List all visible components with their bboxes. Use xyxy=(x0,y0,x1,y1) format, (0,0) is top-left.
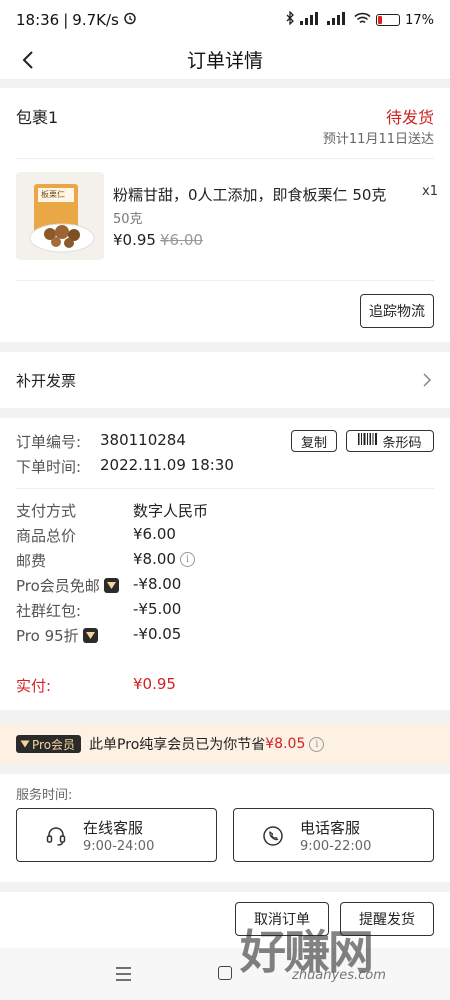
divider xyxy=(16,488,434,489)
shipping-fee-label: 邮费 xyxy=(16,552,47,570)
pro-free-shipping-value: -¥8.00 xyxy=(133,575,182,593)
phone-icon xyxy=(262,825,284,847)
info-icon[interactable]: i xyxy=(179,551,195,567)
pro-badge-icon xyxy=(103,578,119,593)
invoice-row[interactable]: 补开发票 xyxy=(0,352,450,408)
battery-percent: 17% xyxy=(405,12,434,28)
menu-icon[interactable] xyxy=(116,966,131,981)
service-card: 服务时间: 在线客服 9:00-24:00 电话客服 9:00-22:00 xyxy=(0,774,450,882)
order-number-label: 订单编号: xyxy=(16,433,82,451)
barcode-label: 条形码 xyxy=(382,435,422,451)
system-nav-bar xyxy=(0,948,450,1000)
alarm-icon xyxy=(123,11,137,29)
wifi-icon xyxy=(354,12,371,29)
pro-saved-amount: ¥8.05 xyxy=(265,736,306,752)
signal-icon xyxy=(300,11,322,29)
headset-icon xyxy=(45,825,67,847)
product-spec: 50克 xyxy=(113,212,143,227)
status-bar: 18:36 | 9.7K/s 17% xyxy=(0,0,450,40)
package-card: 包裹1 待发货 预计11月11日送达 板栗仁 粉糯甘甜，0人工添加，即食板栗仁 … xyxy=(0,88,450,342)
subtotal-label: 商品总价 xyxy=(16,527,77,545)
group-coupon-value: -¥5.00 xyxy=(133,600,182,618)
invoice-label: 补开发票 xyxy=(16,372,77,390)
product-title[interactable]: 粉糯甘甜，0人工添加，即食板栗仁 50克 xyxy=(113,184,386,205)
service-time-label: 服务时间: xyxy=(16,788,73,803)
phone-support-name: 电话客服 xyxy=(300,819,361,837)
status-time: 18:36 xyxy=(16,11,60,29)
pro-discount-value: -¥0.05 xyxy=(133,625,182,643)
pro-member-badge: Pro会员 xyxy=(16,735,82,753)
order-details-card: 订单编号: 380110284 复制 条形码 下单时间: 2022.11.09 … xyxy=(0,418,450,710)
info-icon[interactable]: i xyxy=(309,736,325,752)
order-time-label: 下单时间: xyxy=(16,458,82,476)
barcode-button[interactable]: 条形码 xyxy=(346,430,434,452)
pro-savings-text: 此单Pro纯享会员已为你节省 xyxy=(89,737,266,753)
remind-shipping-button[interactable]: 提醒发货 xyxy=(340,902,434,936)
pro-free-shipping-label: Pro会员免邮 xyxy=(16,575,119,596)
package-label: 板栗仁 xyxy=(41,190,65,199)
track-shipping-button[interactable]: 追踪物流 xyxy=(360,294,434,328)
group-coupon-label: 社群红包: xyxy=(16,602,82,620)
payment-method-label: 支付方式 xyxy=(16,502,77,520)
pro-badge-icon xyxy=(82,628,98,643)
order-status: 待发货 xyxy=(385,108,434,127)
package-name: 包裹1 xyxy=(16,108,59,127)
paid-label: 实付: xyxy=(16,677,52,695)
delivery-eta: 预计11月11日送达 xyxy=(322,132,434,147)
barcode-icon xyxy=(358,433,378,449)
battery-icon xyxy=(376,14,401,26)
paid-value: ¥0.95 xyxy=(133,675,176,693)
subtotal-value: ¥6.00 xyxy=(133,525,176,543)
online-support-button[interactable]: 在线客服 9:00-24:00 xyxy=(16,808,217,862)
divider xyxy=(16,280,434,281)
chevron-left-icon[interactable] xyxy=(14,46,42,74)
divider xyxy=(16,158,434,159)
order-time: 2022.11.09 18:30 xyxy=(100,456,234,474)
phone-support-hours: 9:00-22:00 xyxy=(300,839,372,854)
home-icon[interactable] xyxy=(218,966,232,980)
order-actions-bar: 取消订单 提醒发货 xyxy=(0,892,450,948)
online-support-hours: 9:00-24:00 xyxy=(83,839,155,854)
nav-bar: 订单详情 xyxy=(0,40,450,80)
bluetooth-icon xyxy=(285,10,295,29)
product-price: ¥0.95 xyxy=(113,231,156,249)
status-speed: 9.7K/s xyxy=(72,11,119,29)
pro-savings-banner[interactable]: Pro会员 此单Pro纯享会员已为你节省 ¥8.05 i xyxy=(0,724,450,764)
product-quantity: x1 xyxy=(422,184,438,199)
order-number: 380110284 xyxy=(100,431,186,449)
payment-method-value: 数字人民币 xyxy=(133,502,209,520)
signal-icon-2 xyxy=(327,11,349,29)
online-support-name: 在线客服 xyxy=(83,819,144,837)
cancel-order-button[interactable]: 取消订单 xyxy=(235,902,329,936)
page-title: 订单详情 xyxy=(186,50,263,72)
product-original-price: ¥6.00 xyxy=(160,231,203,249)
copy-button[interactable]: 复制 xyxy=(291,430,337,452)
product-image[interactable]: 板栗仁 xyxy=(16,172,104,260)
shipping-fee-value: ¥8.00 i xyxy=(133,550,195,568)
chevron-right-icon xyxy=(420,372,434,388)
phone-support-button[interactable]: 电话客服 9:00-22:00 xyxy=(233,808,434,862)
pro-discount-label: Pro 95折 xyxy=(16,625,98,646)
